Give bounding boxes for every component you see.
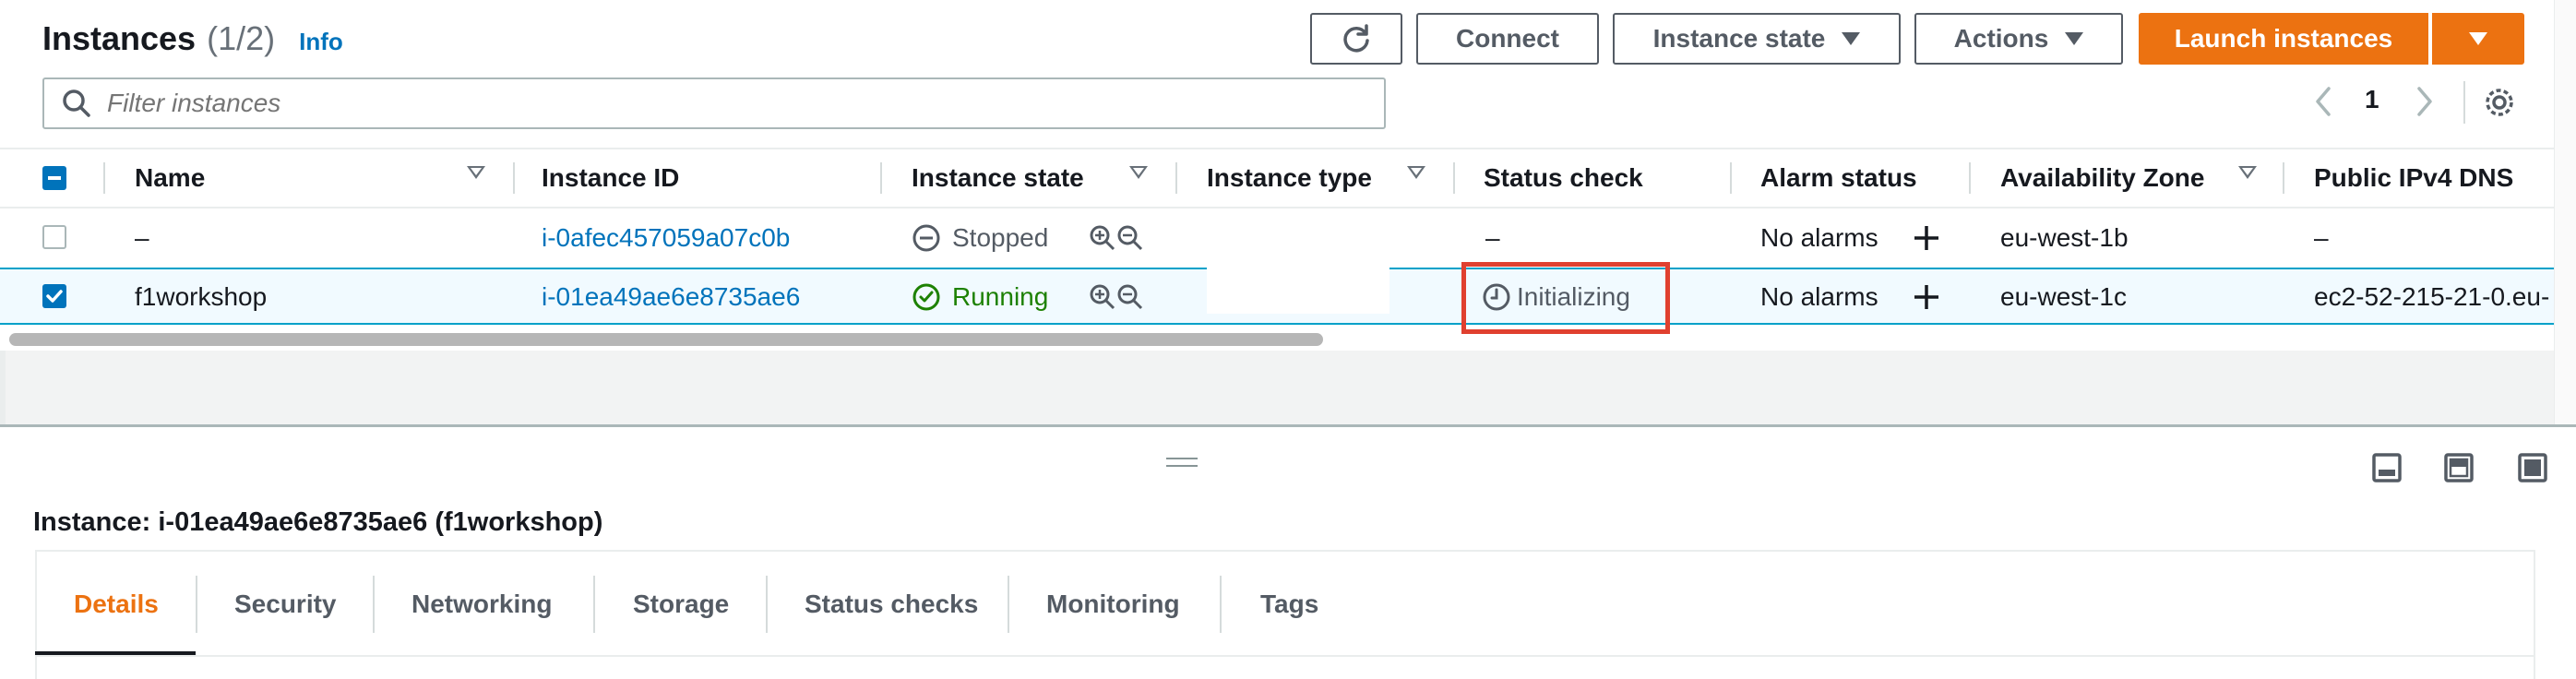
divider [2463, 81, 2465, 124]
row-name: f1workshop [135, 282, 268, 311]
panel-full-icon[interactable] [2517, 452, 2548, 483]
availability-zone-text: eu-west-1c [2000, 282, 2127, 311]
instance-id-link[interactable]: i-01ea49ae6e8735ae6 [542, 268, 800, 327]
zoom-in-icon[interactable] [1089, 283, 1116, 311]
gear-icon[interactable] [2482, 85, 2517, 120]
actions-button[interactable]: Actions [1914, 13, 2123, 65]
row-checkbox[interactable] [42, 225, 66, 249]
row-checkbox-checked[interactable] [42, 284, 66, 308]
zoom-out-icon[interactable] [1116, 283, 1144, 311]
info-link[interactable]: Info [299, 28, 343, 56]
page-number[interactable]: 1 [2365, 85, 2379, 114]
alarm-status-text: No alarms [1760, 282, 1878, 311]
sort-icon[interactable] [2238, 166, 2257, 179]
panel-bottom-icon[interactable] [2371, 452, 2403, 483]
search-box[interactable] [42, 77, 1386, 129]
instance-count: (1/2) [207, 19, 276, 57]
connect-label: Connect [1456, 24, 1559, 53]
public-dns-text: – [2314, 223, 2329, 252]
refresh-button[interactable] [1310, 13, 1402, 65]
actions-label: Actions [1953, 24, 2049, 53]
instance-state-text: Stopped [952, 223, 1049, 252]
column-header-status-check[interactable]: Status check [1484, 148, 1643, 208]
instance-id-link[interactable]: i-0afec457059a07c0b [542, 208, 790, 268]
tabs-bottom-border [35, 655, 2535, 657]
launch-instances-label: Launch instances [2174, 24, 2393, 53]
zoom-in-icon[interactable] [1089, 224, 1116, 252]
column-header-instance-state[interactable]: Instance state [912, 148, 1084, 208]
tab-security[interactable]: Security [234, 572, 337, 637]
clock-icon [1483, 283, 1510, 311]
sort-icon[interactable] [467, 166, 485, 179]
sort-icon[interactable] [1407, 166, 1425, 179]
add-alarm-icon[interactable] [1912, 282, 1941, 312]
tab-networking[interactable]: Networking [411, 572, 552, 637]
drag-handle-icon[interactable] [1166, 458, 1198, 467]
vertical-scrollbar-track[interactable] [2554, 0, 2576, 424]
column-header-availability-zone[interactable]: Availability Zone [2000, 148, 2204, 208]
redacted-instance-type [1207, 268, 1389, 314]
instance-state-text: Running [952, 282, 1049, 311]
page-title: Instances [42, 19, 197, 57]
chevron-left-icon[interactable] [2310, 83, 2338, 120]
checkmark-icon [46, 290, 63, 303]
column-header-alarm-status[interactable]: Alarm status [1760, 148, 1917, 208]
search-icon [63, 89, 90, 117]
instance-state-button[interactable]: Instance state [1613, 13, 1901, 65]
status-check-text: – [1485, 223, 1500, 252]
tab-tags[interactable]: Tags [1260, 572, 1318, 637]
instance-state-label: Instance state [1652, 24, 1826, 53]
public-dns-text: ec2-52-215-21-0.eu- [2314, 282, 2550, 311]
chevron-right-icon[interactable] [2410, 83, 2438, 120]
select-all-checkbox[interactable] [42, 166, 66, 190]
tab-monitoring[interactable]: Monitoring [1046, 572, 1180, 637]
row-name: – [135, 223, 149, 252]
caret-down-icon [2065, 32, 2084, 45]
search-input[interactable] [105, 88, 1364, 119]
caret-down-icon [1842, 32, 1861, 45]
sort-icon[interactable] [1129, 166, 1148, 179]
running-check-icon [912, 283, 940, 311]
empty-table-area [0, 351, 2554, 424]
split-divider[interactable] [0, 424, 2576, 427]
horizontal-scrollbar[interactable] [9, 333, 1323, 346]
column-header-instance-id[interactable]: Instance ID [542, 148, 679, 208]
column-header-instance-type[interactable]: Instance type [1207, 148, 1372, 208]
column-header-public-dns[interactable]: Public IPv4 DNS [2314, 148, 2513, 208]
status-check-text: Initializing [1517, 282, 1630, 311]
zoom-out-icon[interactable] [1116, 224, 1144, 252]
add-alarm-icon[interactable] [1912, 223, 1941, 253]
launch-dropdown-button[interactable] [2432, 13, 2524, 65]
tab-storage[interactable]: Storage [633, 572, 729, 637]
tab-status-checks[interactable]: Status checks [805, 572, 978, 637]
caret-down-icon [2469, 32, 2487, 45]
launch-instances-button[interactable]: Launch instances [2139, 13, 2428, 65]
refresh-icon [1343, 24, 1369, 53]
panel-side-icon[interactable] [2443, 452, 2475, 483]
connect-button[interactable]: Connect [1416, 13, 1599, 65]
availability-zone-text: eu-west-1b [2000, 223, 2129, 252]
stopped-icon [912, 224, 940, 252]
table-row[interactable] [0, 208, 2554, 268]
alarm-status-text: No alarms [1760, 223, 1878, 252]
tab-details[interactable]: Details [74, 572, 159, 637]
instance-details-title: Instance: i-01ea49ae6e8735ae6 (f1worksho… [33, 507, 603, 537]
column-header-name[interactable]: Name [135, 148, 205, 208]
